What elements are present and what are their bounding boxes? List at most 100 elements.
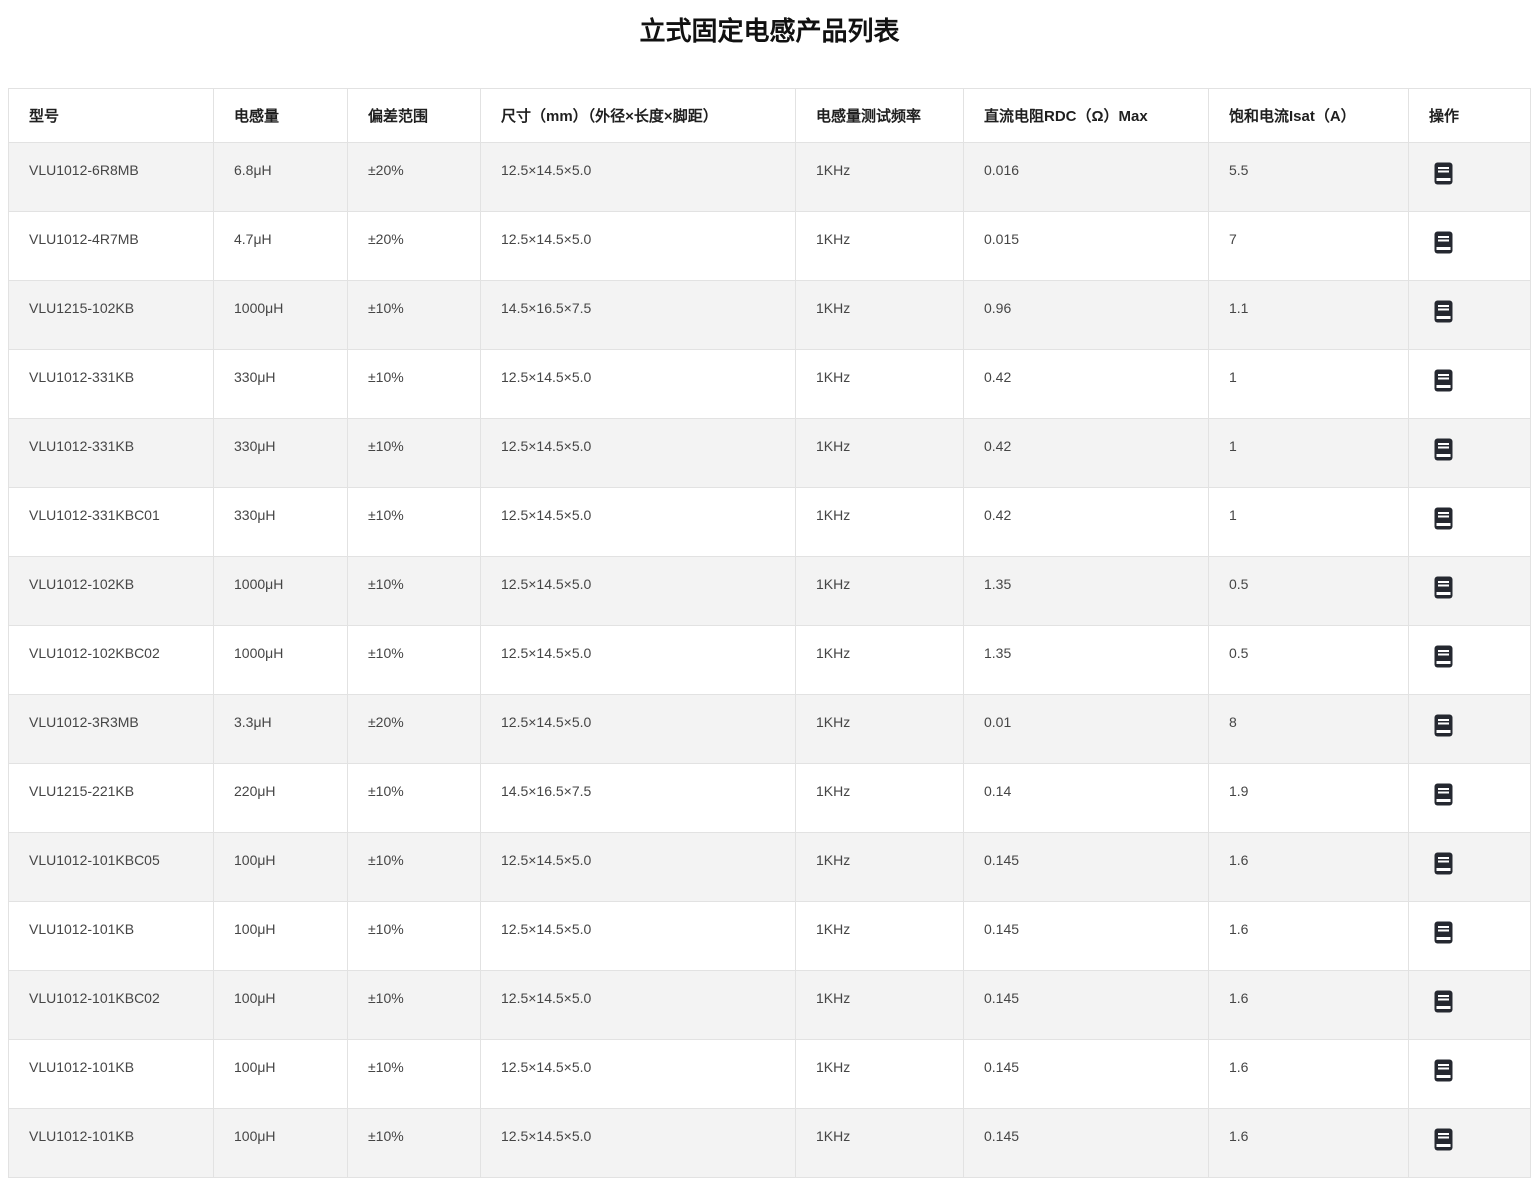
cell-model: VLU1012-6R8MB	[9, 143, 214, 212]
table-row: VLU1012-4R7MB4.7μH±20%12.5×14.5×5.01KHz0…	[9, 212, 1531, 281]
cell-tolerance: ±10%	[348, 971, 481, 1040]
cell-model: VLU1012-101KBC05	[9, 833, 214, 902]
view-detail-button[interactable]	[1434, 990, 1453, 1013]
column-header-freq: 电感量测试频率	[796, 89, 964, 143]
cell-inductance: 1000μH	[214, 557, 348, 626]
book-icon	[1434, 852, 1453, 875]
view-detail-button[interactable]	[1434, 507, 1453, 530]
cell-inductance: 100μH	[214, 902, 348, 971]
action-cell	[1409, 764, 1531, 833]
cell-model: VLU1215-102KB	[9, 281, 214, 350]
column-header-rdc: 直流电阻RDC（Ω）Max	[964, 89, 1209, 143]
column-header-action: 操作	[1409, 89, 1531, 143]
table-row: VLU1012-331KBC01330μH±10%12.5×14.5×5.01K…	[9, 488, 1531, 557]
cell-rdc: 0.145	[964, 1109, 1209, 1178]
cell-rdc: 0.42	[964, 350, 1209, 419]
table-row: VLU1012-3R3MB3.3μH±20%12.5×14.5×5.01KHz0…	[9, 695, 1531, 764]
book-icon	[1434, 162, 1453, 185]
book-icon	[1434, 1059, 1453, 1082]
column-header-model: 型号	[9, 89, 214, 143]
cell-isat: 7	[1209, 212, 1409, 281]
cell-freq: 1KHz	[796, 350, 964, 419]
view-detail-button[interactable]	[1434, 921, 1453, 944]
action-cell	[1409, 281, 1531, 350]
cell-freq: 1KHz	[796, 1040, 964, 1109]
cell-tolerance: ±20%	[348, 143, 481, 212]
cell-model: VLU1012-101KBC02	[9, 971, 214, 1040]
action-cell	[1409, 1109, 1531, 1178]
cell-model: VLU1012-3R3MB	[9, 695, 214, 764]
book-icon	[1434, 438, 1453, 461]
cell-model: VLU1215-221KB	[9, 764, 214, 833]
cell-inductance: 1000μH	[214, 281, 348, 350]
table-body: VLU1012-6R8MB6.8μH±20%12.5×14.5×5.01KHz0…	[9, 143, 1531, 1178]
action-cell	[1409, 350, 1531, 419]
table-row: VLU1012-6R8MB6.8μH±20%12.5×14.5×5.01KHz0…	[9, 143, 1531, 212]
cell-size: 12.5×14.5×5.0	[481, 626, 796, 695]
cell-inductance: 100μH	[214, 971, 348, 1040]
book-icon	[1434, 921, 1453, 944]
cell-inductance: 4.7μH	[214, 212, 348, 281]
cell-rdc: 0.145	[964, 833, 1209, 902]
cell-isat: 5.5	[1209, 143, 1409, 212]
cell-inductance: 1000μH	[214, 626, 348, 695]
cell-size: 12.5×14.5×5.0	[481, 1040, 796, 1109]
view-detail-button[interactable]	[1434, 300, 1453, 323]
book-icon	[1434, 1128, 1453, 1151]
column-header-isat: 饱和电流Isat（A）	[1209, 89, 1409, 143]
cell-freq: 1KHz	[796, 1109, 964, 1178]
cell-tolerance: ±20%	[348, 212, 481, 281]
cell-size: 14.5×16.5×7.5	[481, 764, 796, 833]
cell-isat: 0.5	[1209, 626, 1409, 695]
cell-rdc: 0.42	[964, 488, 1209, 557]
cell-rdc: 0.015	[964, 212, 1209, 281]
cell-rdc: 0.96	[964, 281, 1209, 350]
view-detail-button[interactable]	[1434, 714, 1453, 737]
view-detail-button[interactable]	[1434, 576, 1453, 599]
cell-freq: 1KHz	[796, 557, 964, 626]
cell-tolerance: ±10%	[348, 833, 481, 902]
cell-freq: 1KHz	[796, 143, 964, 212]
cell-freq: 1KHz	[796, 902, 964, 971]
cell-tolerance: ±10%	[348, 419, 481, 488]
book-icon	[1434, 576, 1453, 599]
view-detail-button[interactable]	[1434, 1059, 1453, 1082]
cell-inductance: 100μH	[214, 1040, 348, 1109]
book-icon	[1434, 645, 1453, 668]
view-detail-button[interactable]	[1434, 783, 1453, 806]
cell-size: 14.5×16.5×7.5	[481, 281, 796, 350]
view-detail-button[interactable]	[1434, 1128, 1453, 1151]
book-icon	[1434, 507, 1453, 530]
cell-size: 12.5×14.5×5.0	[481, 350, 796, 419]
cell-tolerance: ±10%	[348, 1040, 481, 1109]
action-cell	[1409, 212, 1531, 281]
cell-size: 12.5×14.5×5.0	[481, 419, 796, 488]
column-header-inductance: 电感量	[214, 89, 348, 143]
cell-inductance: 100μH	[214, 833, 348, 902]
view-detail-button[interactable]	[1434, 438, 1453, 461]
cell-tolerance: ±10%	[348, 488, 481, 557]
action-cell	[1409, 1040, 1531, 1109]
cell-model: VLU1012-101KB	[9, 902, 214, 971]
cell-size: 12.5×14.5×5.0	[481, 695, 796, 764]
action-cell	[1409, 833, 1531, 902]
cell-inductance: 100μH	[214, 1109, 348, 1178]
cell-isat: 1	[1209, 419, 1409, 488]
column-header-tolerance: 偏差范围	[348, 89, 481, 143]
view-detail-button[interactable]	[1434, 369, 1453, 392]
view-detail-button[interactable]	[1434, 231, 1453, 254]
table-row: VLU1012-331KB330μH±10%12.5×14.5×5.01KHz0…	[9, 419, 1531, 488]
cell-rdc: 0.016	[964, 143, 1209, 212]
book-icon	[1434, 369, 1453, 392]
cell-tolerance: ±10%	[348, 1109, 481, 1178]
cell-isat: 0.5	[1209, 557, 1409, 626]
product-table: 型号电感量偏差范围尺寸（mm）（外径×长度×脚距）电感量测试频率直流电阻RDC（…	[8, 88, 1531, 1178]
table-head: 型号电感量偏差范围尺寸（mm）（外径×长度×脚距）电感量测试频率直流电阻RDC（…	[9, 89, 1531, 143]
view-detail-button[interactable]	[1434, 645, 1453, 668]
action-cell	[1409, 419, 1531, 488]
cell-isat: 1	[1209, 488, 1409, 557]
view-detail-button[interactable]	[1434, 852, 1453, 875]
cell-tolerance: ±10%	[348, 281, 481, 350]
view-detail-button[interactable]	[1434, 162, 1453, 185]
table-row: VLU1012-101KB100μH±10%12.5×14.5×5.01KHz0…	[9, 1109, 1531, 1178]
